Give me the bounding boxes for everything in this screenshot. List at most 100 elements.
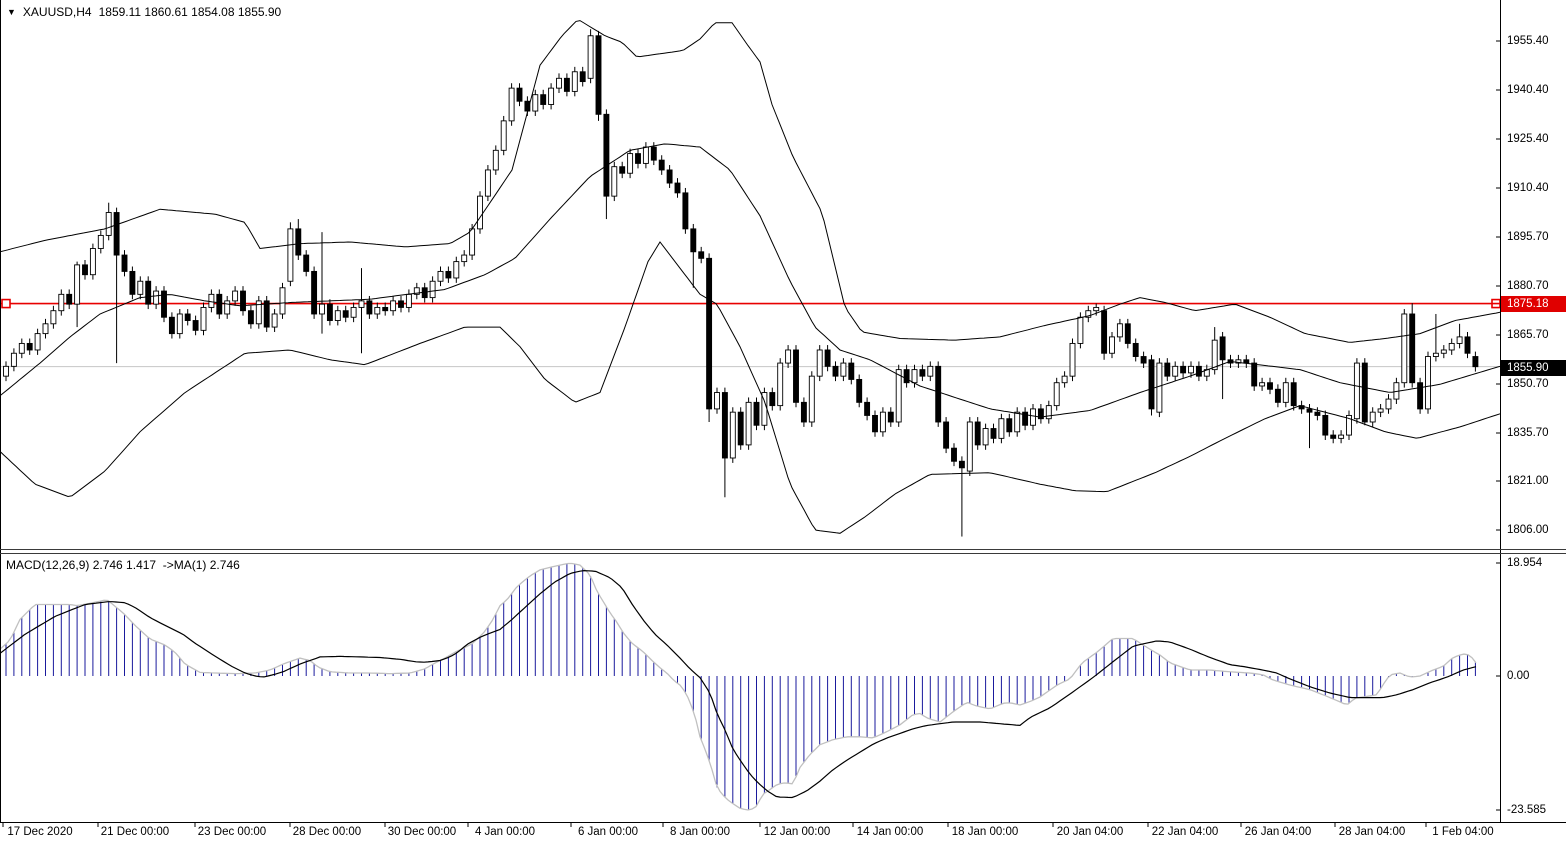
candle-bear [770, 393, 775, 406]
candle-bull [1386, 399, 1391, 409]
candle-bear [367, 301, 372, 314]
candle-bear [296, 229, 301, 255]
bollinger-lower-band [0, 242, 1500, 533]
candle-bull [501, 121, 506, 150]
candle-bull [896, 370, 901, 422]
candle-bull [209, 294, 214, 307]
candle-bear [1141, 357, 1146, 364]
candle-bear [1133, 343, 1138, 356]
time-tick-label: 21 Dec 00:00 [101, 826, 169, 838]
candle-series [4, 29, 1478, 536]
candle-bull [1283, 383, 1288, 403]
candle-bear [873, 415, 878, 431]
candle-bear [1102, 311, 1107, 354]
candle-bear [952, 448, 957, 461]
candle-bull [1110, 337, 1115, 353]
candle-bull [533, 95, 538, 111]
candle-bear [794, 350, 799, 402]
candle-bull [928, 366, 933, 376]
candle-bear [1323, 415, 1328, 435]
candle-bull [288, 229, 293, 281]
candle-bull [1173, 366, 1178, 376]
candle-bear [169, 317, 174, 333]
candle-bull [51, 311, 56, 324]
time-tick-label: 6 Jan 00:00 [578, 826, 638, 838]
candle-bull [462, 255, 467, 262]
candle-bear [1125, 324, 1130, 344]
candle-bull [1426, 357, 1431, 409]
candle-bear [564, 78, 569, 91]
candle-bear [312, 271, 317, 314]
candle-bear [1465, 337, 1470, 353]
candle-bull [233, 291, 238, 301]
candle-bear [959, 461, 964, 468]
candle-bear [975, 422, 980, 445]
candle-bear [1410, 314, 1415, 383]
candle-bull [841, 363, 846, 376]
candle-bull [19, 343, 24, 353]
candle-bear [122, 255, 127, 271]
price-tick-label: 1835.70 [1507, 427, 1549, 439]
macd-signal-line [0, 571, 1476, 798]
candle-bear [1315, 412, 1320, 415]
candle-bear [1307, 409, 1312, 412]
candle-bear [738, 412, 743, 445]
candle-bull [509, 88, 514, 121]
candle-bear [241, 291, 246, 311]
symbol-title: XAUUSD,H4 [23, 5, 92, 19]
candle-bear [754, 402, 759, 425]
candle-bull [778, 363, 783, 406]
symbol-dropdown-icon[interactable]: ▼ [7, 6, 16, 18]
candle-bull [1189, 366, 1194, 373]
time-tick-label: 28 Jan 04:00 [1339, 826, 1406, 838]
candle-bull [391, 301, 396, 311]
candle-bear [865, 402, 870, 415]
candle-bull [406, 294, 411, 307]
price-tick-label: 1806.00 [1507, 524, 1549, 536]
time-tick-label: 20 Jan 04:00 [1057, 826, 1124, 838]
candle-bear [1244, 360, 1249, 363]
candle-bull [999, 419, 1004, 439]
price-tick-label: 1895.70 [1507, 231, 1549, 243]
bollinger-upper-band [0, 21, 1500, 343]
candle-bull [478, 196, 483, 229]
candle-bull [280, 288, 285, 314]
candle-bear [1220, 337, 1225, 360]
candle-bear [604, 114, 609, 196]
time-tick-label: 18 Jan 00:00 [952, 826, 1019, 838]
candle-bear [651, 147, 656, 160]
candle-bull [359, 301, 364, 308]
candle-bear [67, 294, 72, 304]
candle-bull [967, 422, 972, 471]
candle-bear [383, 307, 388, 310]
bollinger-middle-band [0, 144, 1500, 417]
candle-bear [1418, 383, 1423, 409]
candle-bear [888, 412, 893, 422]
candle-bear [833, 366, 838, 376]
candle-bull [1441, 350, 1446, 353]
time-tick-label: 12 Jan 00:00 [764, 826, 831, 838]
candle-bear [185, 314, 190, 321]
chart-canvas[interactable] [0, 0, 1566, 850]
price-tick-label: 1865.70 [1507, 329, 1549, 341]
candle-bear [541, 95, 546, 105]
candle-bear [1007, 419, 1012, 432]
candle-bull [1070, 343, 1075, 376]
candle-bear [1149, 360, 1154, 409]
price-tick-label: 1955.40 [1507, 35, 1549, 47]
candle-bull [715, 393, 720, 409]
candle-bear [667, 170, 672, 183]
candle-bull [809, 376, 814, 422]
candle-bear [1275, 389, 1280, 402]
candle-bull [1457, 337, 1462, 344]
candle-bull [225, 301, 230, 314]
candle-bull [1378, 409, 1383, 412]
candle-bull [272, 314, 277, 327]
candle-bull [1354, 363, 1359, 419]
candle-bear [1165, 363, 1170, 376]
price-tick-label: 1850.70 [1507, 378, 1549, 390]
price-tick-label: 1940.40 [1507, 84, 1549, 96]
candle-bear [659, 160, 664, 170]
time-tick-label: 14 Jan 00:00 [857, 826, 924, 838]
candle-bear [1331, 435, 1336, 438]
